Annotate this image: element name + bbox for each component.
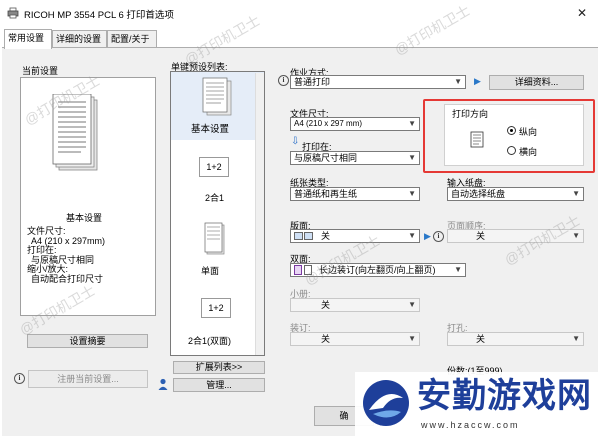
manage-button[interactable]: 管理... [173, 378, 265, 392]
tab-common[interactable]: 常用设置 [4, 29, 52, 49]
logo-emblem-icon [363, 380, 409, 426]
two-in-one-duplex-icon: 1+2 [201, 298, 231, 318]
tab-detailed[interactable]: 详细的设置 [52, 30, 107, 48]
play-arrow-icon: ▶ [474, 76, 481, 86]
presets-list[interactable]: 基本设置 1+2 2合1 单面 1+2 2合1(双面) [170, 71, 265, 356]
close-button[interactable]: ✕ [572, 4, 592, 22]
punch-select[interactable]: 关 ▼ [447, 332, 584, 346]
single-sided-icon [204, 222, 225, 255]
staple-value: 关 [321, 334, 331, 344]
chevron-down-icon: ▼ [408, 231, 416, 240]
chevron-down-icon: ▼ [408, 189, 416, 198]
layout-value: 关 [321, 231, 331, 241]
logo-text: 安勤游戏网 [417, 376, 592, 416]
layout-page-icon [304, 232, 313, 240]
user-icon [158, 378, 168, 390]
title-bar: RICOH MP 3554 PCL 6 打印首选项 ✕ [0, 0, 600, 26]
preset-item-single[interactable]: 单面 [201, 264, 219, 277]
staple-select[interactable]: 关 ▼ [290, 332, 420, 346]
current-settings-heading: 当前设置 [22, 66, 59, 76]
printer-icon [7, 7, 19, 19]
tab-config-about[interactable]: 配置/关于 [107, 30, 157, 48]
arrow-down-icon: ⇩ [291, 136, 300, 147]
layout-page-icon [294, 232, 303, 240]
chevron-down-icon: ▼ [408, 119, 416, 128]
close-icon: ✕ [576, 6, 588, 20]
details-button[interactable]: 详细资料... [489, 75, 584, 90]
info-icon: i [278, 75, 289, 86]
chevron-down-icon: ▼ [454, 265, 462, 274]
chevron-down-icon: ▼ [454, 77, 462, 86]
booklet-select[interactable]: 关 ▼ [290, 298, 420, 312]
chevron-down-icon: ▼ [408, 153, 416, 162]
print-on-value: 与原稿尺寸相同 [294, 153, 358, 163]
input-tray-select[interactable]: 自动选择纸盘 ▼ [447, 187, 584, 201]
page-order-value: 关 [476, 231, 486, 241]
document-size-value: A4 (210 x 297 mm) [294, 119, 363, 128]
preset-item-2in1-duplex[interactable]: 2合1(双面) [188, 334, 231, 347]
play-arrow-icon: ▶ [424, 231, 431, 241]
current-settings-name: 基本设置 [66, 213, 103, 223]
settings-summary-button[interactable]: 设置摘要 [27, 334, 148, 348]
preset-item-label: 基本设置 [191, 124, 230, 135]
info-icon: i [14, 373, 25, 384]
paper-type-select[interactable]: 普通纸和再生纸 ▼ [290, 187, 420, 201]
chevron-down-icon: ▼ [572, 334, 580, 343]
detail-line: 自动配合打印尺寸 [31, 273, 104, 284]
job-type-select[interactable]: 普通打印 ▼ [290, 75, 466, 89]
info-icon: i [433, 231, 444, 242]
highlight-frame [423, 99, 595, 173]
expand-list-button[interactable]: 扩展列表>> [173, 361, 265, 374]
punch-value: 关 [476, 334, 486, 344]
document-size-select[interactable]: A4 (210 x 297 mm) ▼ [290, 117, 420, 131]
job-type-value: 普通打印 [294, 77, 331, 87]
presets-scrollbar[interactable] [255, 73, 264, 355]
chevron-down-icon: ▼ [408, 334, 416, 343]
current-settings-details: 文件尺寸: A4 (210 x 297mm) 打印在: 与原稿尺寸相同 缩小/放… [27, 226, 105, 285]
input-tray-value: 自动选择纸盘 [451, 189, 506, 199]
chevron-down-icon: ▼ [408, 300, 416, 309]
register-current-settings-button[interactable]: 注册当前设置... [28, 370, 148, 388]
preset-item-2in1[interactable]: 2合1 [205, 191, 224, 204]
preset-item-basic[interactable]: 基本设置 [171, 72, 264, 140]
logo-url: www.hzaccw.com [421, 420, 520, 430]
window-title: RICOH MP 3554 PCL 6 打印首选项 [24, 10, 174, 21]
booklet-value: 关 [321, 300, 331, 310]
two-in-one-icon: 1+2 [199, 157, 229, 177]
site-logo: 安勤游戏网 www.hzaccw.com [355, 372, 600, 436]
print-on-select[interactable]: 与原稿尺寸相同 ▼ [290, 151, 420, 165]
chevron-down-icon: ▼ [572, 189, 580, 198]
paper-type-value: 普通纸和再生纸 [294, 189, 358, 199]
document-icon [202, 77, 232, 116]
